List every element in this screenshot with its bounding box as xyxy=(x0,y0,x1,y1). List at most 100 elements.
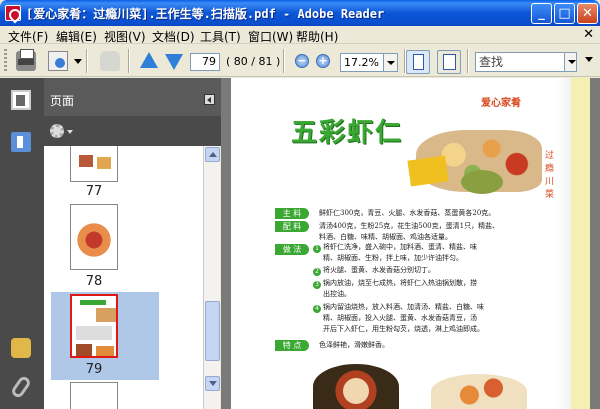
zoom-out-icon[interactable]: − xyxy=(295,54,309,68)
document-close-icon[interactable]: ✕ xyxy=(583,27,594,42)
method-label: 做 法 xyxy=(275,244,309,255)
food-photo-detail xyxy=(407,155,449,187)
step-text: 出控油。 xyxy=(323,290,351,298)
minimize-button[interactable]: _ xyxy=(531,3,552,24)
bookmarks-icon[interactable] xyxy=(11,132,31,152)
food-photo-bottom-right xyxy=(431,374,527,409)
previous-page-icon[interactable] xyxy=(140,52,158,68)
step-number: 4 xyxy=(313,305,321,313)
page-gutter xyxy=(557,78,571,409)
ingredient-text: 清汤400克，生粉25克，花生油500克，蛋清1只，精盐、 xyxy=(319,222,500,230)
title-bar: [爱心家肴：过瘾川菜].王作生等.扫描版.pdf - Adobe Reader … xyxy=(0,0,600,26)
fit-width-button[interactable] xyxy=(437,50,461,74)
collaborate-icon[interactable] xyxy=(48,51,68,71)
fit-page-button[interactable] xyxy=(406,50,430,74)
step-number: 2 xyxy=(313,268,321,276)
scroll-up-icon[interactable] xyxy=(205,147,220,162)
toolbar-separator xyxy=(128,49,130,73)
dish-title: 五彩虾仁 xyxy=(291,118,404,148)
thumbnail-text xyxy=(76,326,112,340)
food-photo-detail xyxy=(461,170,503,194)
comments-icon[interactable] xyxy=(11,338,31,358)
thumbnail-image xyxy=(96,308,116,322)
toolbar-more-icon[interactable] xyxy=(585,57,593,62)
fit-width-icon xyxy=(443,54,456,70)
collapse-panel-icon[interactable] xyxy=(204,94,215,105)
scrollbar-thumb[interactable] xyxy=(205,301,220,361)
thumbnail-label: 78 xyxy=(85,274,103,289)
step-number: 3 xyxy=(313,281,321,289)
thumbnail-image xyxy=(74,221,114,259)
toolbar: 79 ( 80 / 81 ) − + 17.2% 查找 xyxy=(0,45,600,77)
step-text: 锅内放油，烧至七成热，将虾仁入热油锅划散，捞 xyxy=(323,279,477,287)
navigation-bar xyxy=(0,78,44,409)
toolbar-separator xyxy=(283,49,285,73)
maximize-button[interactable]: □ xyxy=(554,3,575,24)
panel-title: 页面 xyxy=(50,94,75,108)
document-view[interactable]: 爱心家肴 过瘾川菜 五彩虾仁 主 料 鲜虾仁300克，青豆、火腿、水发香菇、蒸蛋… xyxy=(221,78,600,409)
zoom-level-input[interactable]: 17.2% xyxy=(340,53,384,72)
page-header-tag: 爱心家肴 xyxy=(481,98,521,109)
page-thumbnail-80[interactable] xyxy=(70,382,118,409)
step-text: 精、胡椒面、生粉，拌上味，加少许油拌匀。 xyxy=(323,254,463,262)
panel-options-bar xyxy=(44,116,221,146)
pdf-page: 爱心家肴 过瘾川菜 五彩虾仁 主 料 鲜虾仁300克，青豆、火腿、水发香菇、蒸蛋… xyxy=(231,78,590,409)
chevron-down-icon[interactable] xyxy=(67,130,73,134)
thumbnail-label: 79 xyxy=(85,362,103,377)
thumbnail-image xyxy=(76,344,92,356)
attachments-icon[interactable] xyxy=(9,374,33,400)
fit-page-icon xyxy=(413,54,424,70)
feature-text: 色泽鲜艳，滑嫩鲜香。 xyxy=(319,341,389,349)
toolbar-grip[interactable] xyxy=(4,49,7,73)
thumbnail-list: 77 78 79 xyxy=(44,146,204,409)
page-thumbnail-78[interactable] xyxy=(70,204,118,270)
feature-label: 特 点 xyxy=(275,340,309,351)
menu-window[interactable]: 窗口(W) xyxy=(248,28,293,45)
page-thumbnail-79[interactable] xyxy=(70,294,118,358)
page-side-title: 过瘾川菜 xyxy=(545,151,555,200)
thumbnail-label: 77 xyxy=(85,184,103,199)
step-number: 1 xyxy=(313,245,321,253)
thumbnail-image xyxy=(97,157,111,169)
search-dropdown-icon[interactable] xyxy=(565,52,577,72)
zoom-dropdown-icon[interactable] xyxy=(384,53,398,72)
window-title: [爱心家肴：过瘾川菜].王作生等.扫描版.pdf - Adobe Reader xyxy=(26,7,385,21)
step-text: 精、胡椒面，投入火腿、蛋黄、水发香菇青豆，汤 xyxy=(323,314,477,322)
page-side-strip xyxy=(571,78,590,409)
step-text: 开后下入虾仁，用生粉勾芡，烧透，淋上鸡油即成。 xyxy=(323,325,484,333)
step-text: 将虾仁洗净，盛入碗中，加料酒、蛋清、精盐、味 xyxy=(323,243,477,251)
page-number-input[interactable]: 79 xyxy=(190,53,220,71)
search-input[interactable]: 查找 xyxy=(475,52,565,72)
close-button[interactable]: ✕ xyxy=(577,3,598,24)
toolbar-separator xyxy=(86,49,88,73)
menu-help[interactable]: 帮助(H) xyxy=(296,28,338,45)
thumbnail-scrollbar[interactable] xyxy=(203,146,220,409)
gear-icon[interactable] xyxy=(50,124,64,138)
hand-tool-icon[interactable] xyxy=(100,51,120,71)
thumbnail-title xyxy=(80,300,106,305)
thumbnail-image xyxy=(79,155,93,167)
page-thumbnail-77[interactable] xyxy=(70,146,118,182)
pages-panel-header: 页面 xyxy=(44,78,221,116)
menu-view[interactable]: 视图(V) xyxy=(104,28,146,45)
scroll-down-icon[interactable] xyxy=(205,376,220,391)
step-text: 锅内留油烧热，放入料酒、加清汤、精盐、白糖、味 xyxy=(323,303,484,311)
collaborate-dropdown-icon[interactable] xyxy=(74,59,82,64)
ingredient-label: 主 料 xyxy=(275,208,309,219)
ingredient-label: 配 料 xyxy=(275,221,309,232)
next-page-icon[interactable] xyxy=(165,54,183,70)
menu-bar: 文件(F) 编辑(E) 视图(V) 文档(D) 工具(T) 窗口(W) 帮助(H… xyxy=(0,26,600,44)
step-text: 将火腿、蛋黄、水发香菇分别切丁。 xyxy=(323,266,435,274)
menu-tools[interactable]: 工具(T) xyxy=(200,28,241,45)
food-photo-bottom-left xyxy=(313,364,399,409)
thumbnail-image xyxy=(96,346,114,356)
menu-edit[interactable]: 编辑(E) xyxy=(56,28,97,45)
menu-file[interactable]: 文件(F) xyxy=(8,28,48,45)
pages-panel-icon[interactable] xyxy=(11,90,31,110)
zoom-in-icon[interactable]: + xyxy=(316,54,330,68)
page-count: ( 80 / 81 ) xyxy=(226,55,281,68)
menu-document[interactable]: 文档(D) xyxy=(152,28,195,45)
adobe-reader-icon[interactable] xyxy=(5,5,21,21)
ingredient-text: 鲜虾仁300克，青豆、火腿、水发香菇、蒸蛋黄各20克。 xyxy=(319,209,496,217)
print-icon[interactable] xyxy=(16,49,36,71)
